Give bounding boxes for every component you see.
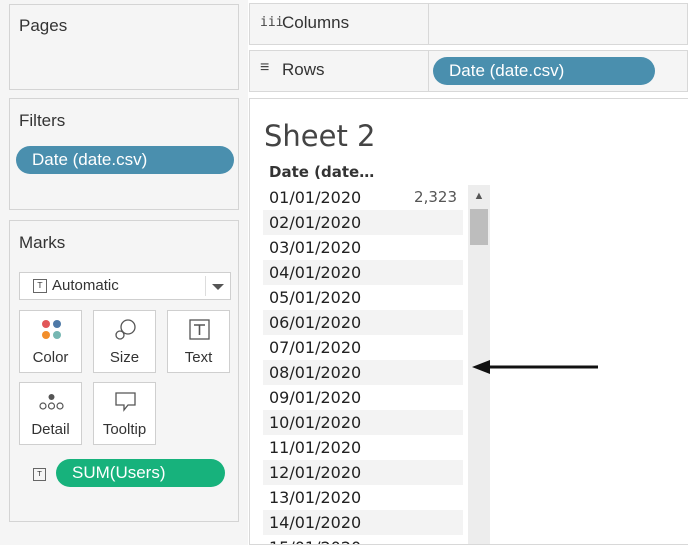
detail-button[interactable]: Detail bbox=[19, 382, 82, 445]
scroll-up-icon[interactable]: ▲ bbox=[468, 185, 490, 207]
table-row[interactable]: 11/01/2020 bbox=[263, 435, 463, 460]
tooltip-button[interactable]: Tooltip bbox=[93, 382, 156, 445]
rows-icon: ≡ bbox=[260, 59, 270, 76]
dropdown-divider bbox=[205, 276, 206, 296]
data-table: 01/01/2020 2,323 02/01/2020 03/01/2020 04/01… bbox=[263, 185, 463, 544]
rows-shelf[interactable]: ≡ Rows Date (date.csv) bbox=[249, 50, 688, 92]
size-button-label: Size bbox=[109, 349, 140, 366]
chevron-down-icon[interactable] bbox=[212, 284, 224, 290]
sheet-canvas: Sheet 2 Date (date… 01/01/2020 2,323 02/01… bbox=[249, 98, 688, 545]
text-box-icon bbox=[189, 319, 210, 340]
table-row[interactable]: 02/01/2020 bbox=[263, 210, 463, 235]
mark-type-dropdown[interactable]: T Automatic bbox=[19, 272, 231, 300]
size-circles-icon bbox=[115, 319, 136, 340]
row-date-cell: 12/01/2020 bbox=[269, 463, 362, 482]
left-panel: Pages Filters Date (date.csv) Marks T Au… bbox=[0, 0, 248, 545]
row-date-cell: 14/01/2020 bbox=[269, 513, 362, 532]
row-date-cell: 05/01/2020 bbox=[269, 288, 362, 307]
row-date-cell: 03/01/2020 bbox=[269, 238, 362, 257]
table-row[interactable]: 05/01/2020 bbox=[263, 285, 463, 310]
table-row[interactable]: 14/01/2020 bbox=[263, 510, 463, 535]
row-date-cell: 09/01/2020 bbox=[269, 388, 362, 407]
detail-dots-icon bbox=[39, 394, 64, 410]
marks-card: Marks T Automatic Color Size Text Detail… bbox=[9, 220, 239, 522]
color-button-label: Color bbox=[32, 349, 69, 366]
table-row[interactable]: 09/01/2020 bbox=[263, 385, 463, 410]
table-row[interactable]: 08/01/2020 bbox=[263, 360, 463, 385]
row-date-cell: 02/01/2020 bbox=[269, 213, 362, 232]
mark-type-label: Automatic bbox=[52, 277, 119, 294]
row-date-cell: 04/01/2020 bbox=[269, 263, 362, 282]
table-row[interactable]: 07/01/2020 bbox=[263, 335, 463, 360]
table-row[interactable]: 03/01/2020 bbox=[263, 235, 463, 260]
columns-shelf[interactable]: iii Columns bbox=[249, 3, 688, 45]
column-header-date[interactable]: Date (date… bbox=[269, 163, 374, 181]
speech-bubble-icon bbox=[115, 392, 136, 412]
row-date-cell: 08/01/2020 bbox=[269, 363, 362, 382]
rows-divider bbox=[428, 51, 429, 91]
arrow-annotation-icon bbox=[472, 360, 598, 374]
table-row[interactable]: 10/01/2020 bbox=[263, 410, 463, 435]
row-date-cell: 10/01/2020 bbox=[269, 413, 362, 432]
columns-divider bbox=[428, 4, 429, 44]
text-button[interactable]: Text bbox=[167, 310, 230, 373]
tooltip-button-label: Tooltip bbox=[102, 421, 147, 438]
sheet-title[interactable]: Sheet 2 bbox=[264, 119, 376, 153]
rows-label: Rows bbox=[282, 60, 325, 79]
filters-title: Filters bbox=[19, 111, 66, 130]
rows-pill-date[interactable]: Date (date.csv) bbox=[433, 57, 655, 85]
scrollbar-thumb[interactable] bbox=[470, 209, 488, 245]
text-mark-icon: T bbox=[33, 279, 47, 293]
table-row[interactable]: 01/01/2020 2,323 bbox=[263, 185, 463, 210]
row-date-cell: 11/01/2020 bbox=[269, 438, 362, 457]
row-value-cell: 2,323 bbox=[414, 188, 457, 206]
row-date-cell: 13/01/2020 bbox=[269, 488, 362, 507]
row-date-cell: 06/01/2020 bbox=[269, 313, 362, 332]
field-type-icon: T bbox=[33, 468, 46, 481]
color-dots-icon bbox=[42, 320, 61, 339]
marks-title: Marks bbox=[19, 233, 66, 252]
text-button-label: Text bbox=[184, 349, 213, 366]
pages-card[interactable]: Pages bbox=[9, 4, 239, 90]
table-row[interactable]: 12/01/2020 bbox=[263, 460, 463, 485]
row-date-cell: 01/01/2020 bbox=[269, 188, 362, 207]
table-row[interactable]: 06/01/2020 bbox=[263, 310, 463, 335]
row-date-cell: 15/01/2020 bbox=[269, 535, 361, 544]
table-row[interactable]: 15/01/2020 bbox=[263, 535, 463, 544]
size-button[interactable]: Size bbox=[93, 310, 156, 373]
filters-card[interactable]: Filters Date (date.csv) bbox=[9, 98, 239, 210]
columns-icon: iii bbox=[260, 15, 284, 30]
filter-pill-date[interactable]: Date (date.csv) bbox=[16, 146, 234, 174]
table-row[interactable]: 04/01/2020 bbox=[263, 260, 463, 285]
table-row[interactable]: 13/01/2020 bbox=[263, 485, 463, 510]
pages-title: Pages bbox=[19, 16, 68, 35]
row-date-cell: 07/01/2020 bbox=[269, 338, 362, 357]
color-button[interactable]: Color bbox=[19, 310, 82, 373]
columns-label: Columns bbox=[282, 13, 350, 32]
detail-button-label: Detail bbox=[31, 421, 70, 438]
sum-users-pill[interactable]: SUM(Users) bbox=[56, 459, 225, 487]
